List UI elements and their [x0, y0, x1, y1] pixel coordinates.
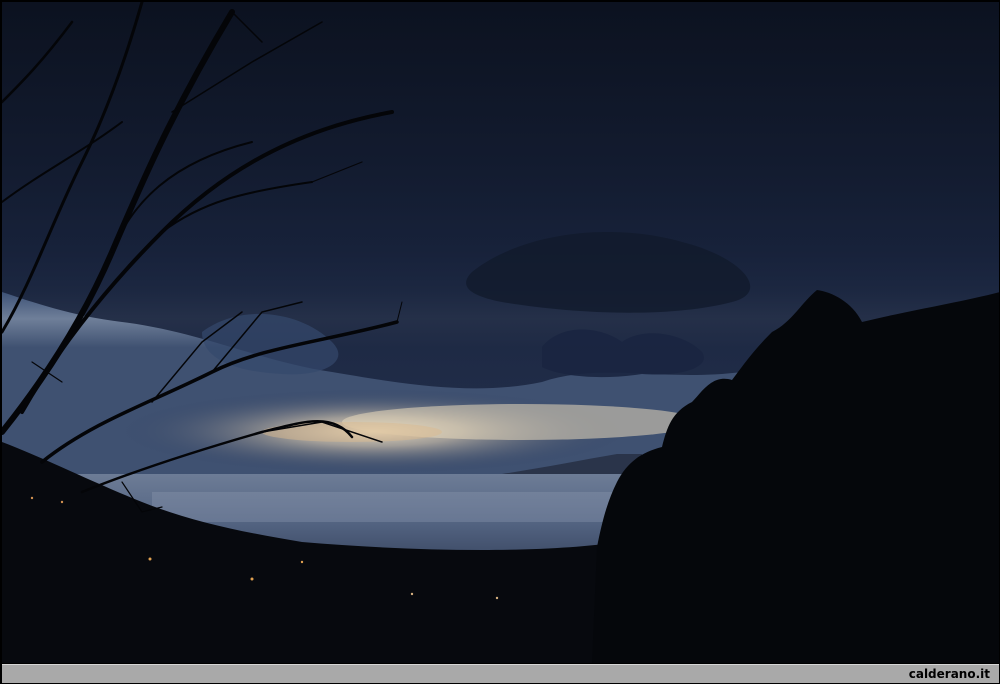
watermark-bar: calderano.it [2, 664, 999, 683]
evening-seascape-photo [2, 2, 999, 663]
watermark-text: calderano.it [908, 667, 990, 681]
photo-frame: calderano.it [0, 0, 1000, 684]
